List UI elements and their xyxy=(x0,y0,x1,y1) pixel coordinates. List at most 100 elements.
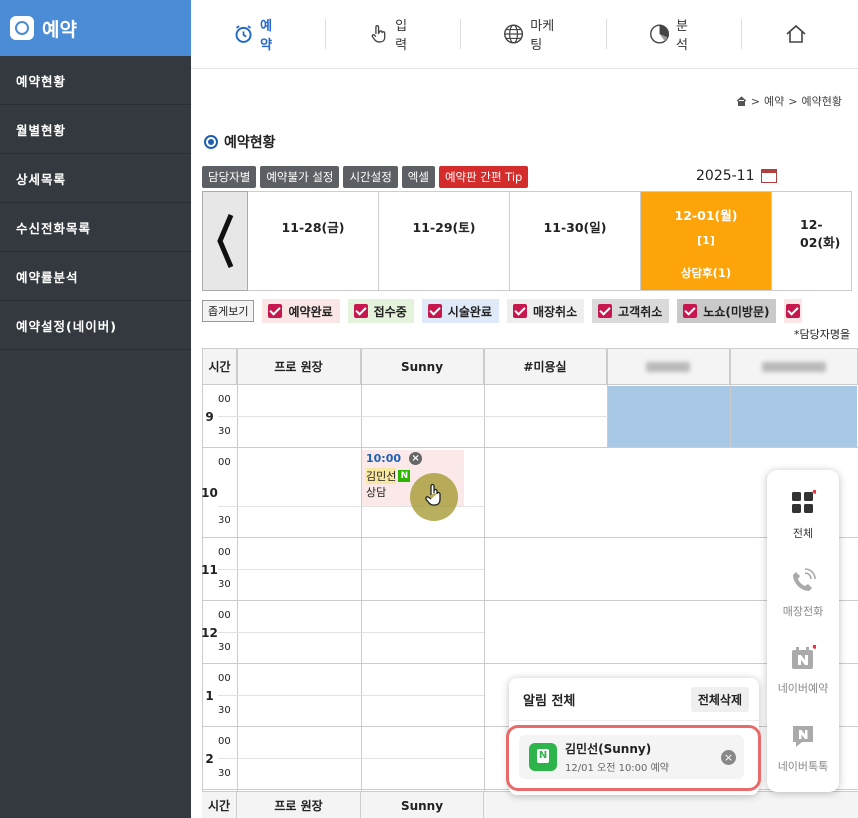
checkbox-icon xyxy=(512,304,527,318)
nav-input-label: 입력 xyxy=(395,19,408,53)
filter-noshow[interactable]: 노쇼(미방문) xyxy=(677,299,777,323)
panel-store-call[interactable]: 매장전화 xyxy=(767,568,839,619)
by-staff-button[interactable]: 담당자별 xyxy=(202,166,257,188)
hour-label: 2 xyxy=(205,751,214,766)
filter-label: 고객취소 xyxy=(618,304,663,319)
naver-badge-icon: N xyxy=(398,470,411,482)
date-status: 상담후(1) xyxy=(680,266,732,280)
checkbox-icon xyxy=(427,304,442,318)
date-cell[interactable]: 11-30(일) xyxy=(510,191,641,291)
nav-marketing-label: 마케팅 xyxy=(530,19,555,53)
date-cell[interactable]: 12-02(화) xyxy=(772,191,852,291)
half-line xyxy=(218,569,484,570)
nav-home[interactable] xyxy=(742,19,858,49)
narrow-view-button[interactable]: 좁게보기 xyxy=(202,300,255,322)
sidebar: 예약 예약현황 월별현황 상세목록 수신전화목록 예약률분석 예약설정(네이버) xyxy=(0,0,191,818)
hour-label: 9 xyxy=(205,409,214,424)
panel-naver-talk[interactable]: 네이버톡톡 xyxy=(767,723,839,774)
filter-label: 시술완료 xyxy=(447,304,492,319)
calendar-icon[interactable] xyxy=(760,169,777,183)
home-icon[interactable] xyxy=(736,96,747,106)
hand-cursor-icon xyxy=(425,483,441,506)
minute-label: 00 xyxy=(218,736,231,747)
phone-icon xyxy=(793,568,816,591)
minute-label: 30 xyxy=(218,642,231,653)
alarm-clock-icon xyxy=(10,16,34,40)
minute-label: 30 xyxy=(218,515,231,526)
radio-icon xyxy=(204,135,218,149)
column-header[interactable]: Sunny xyxy=(361,348,484,385)
excel-button[interactable]: 엑셀 xyxy=(401,166,435,188)
hour-label: 11 xyxy=(202,562,218,577)
naver-calendar-icon xyxy=(792,644,818,669)
minute-label: 00 xyxy=(218,547,231,558)
filter-store-cancel[interactable]: 매장취소 xyxy=(506,299,585,323)
date-cell-selected[interactable]: 12-01(월) [1] 상담후(1) xyxy=(641,191,772,291)
staff-note: *담당자명을 xyxy=(794,328,851,341)
filter-receiving[interactable]: 접수중 xyxy=(347,299,414,323)
nav-reservation[interactable]: 예약 xyxy=(191,19,327,53)
month-selector[interactable]: 2025-11 xyxy=(696,168,777,184)
sidebar-brand[interactable]: 예약 xyxy=(0,0,191,56)
notification-item-title: 김민선(Sunny) xyxy=(565,742,652,756)
sidebar-menu: 예약현황 월별현황 상세목록 수신전화목록 예약률분석 예약설정(네이버) xyxy=(0,56,191,350)
panel-store-call-label: 매장전화 xyxy=(782,605,824,618)
minute-label: 30 xyxy=(218,579,231,590)
panel-all[interactable]: 전체 xyxy=(767,489,839,541)
date-label: 11-30(일) xyxy=(543,220,607,235)
nav-analysis[interactable]: 분석 xyxy=(607,19,742,53)
filter-booked[interactable]: 예약완료 xyxy=(262,299,340,323)
panel-naver-booking[interactable]: 네이버예약 xyxy=(767,644,839,696)
close-icon[interactable]: × xyxy=(409,452,423,465)
notification-text: 김민선(Sunny) 12/01 오전 10:00 예약 xyxy=(565,740,669,774)
sidebar-item-rate-analysis[interactable]: 예약률분석 xyxy=(0,252,191,301)
date-cell[interactable]: 11-28(금) xyxy=(248,191,379,291)
notification-title: 알림 전체 xyxy=(523,693,576,709)
filter-label: 예약완료 xyxy=(288,304,333,319)
minute-label: 30 xyxy=(218,768,231,779)
filter-customer-cancel[interactable]: 고객취소 xyxy=(592,299,670,323)
blurred-name xyxy=(761,361,826,372)
nav-input[interactable]: 입력 xyxy=(326,19,462,53)
delete-all-button[interactable]: 전체삭제 xyxy=(690,686,749,712)
sidebar-item-naver-settings[interactable]: 예약설정(네이버) xyxy=(0,301,191,350)
breadcrumb-item[interactable]: 예약 xyxy=(764,93,784,109)
half-line xyxy=(218,758,484,759)
time-setting-button[interactable]: 시간설정 xyxy=(343,166,398,188)
checkbox-icon xyxy=(683,304,698,318)
tip-button[interactable]: 예약판 간편 Tip xyxy=(438,166,529,188)
minute-label: 00 xyxy=(218,457,231,468)
nav-marketing[interactable]: 마케팅 xyxy=(461,19,607,53)
notification-item-body: 김민선(Sunny) 12/01 오전 10:00 예약 × xyxy=(519,735,744,779)
sidebar-item-status[interactable]: 예약현황 xyxy=(0,56,191,105)
date-label: 11-29(토) xyxy=(412,220,476,235)
checkbox-icon xyxy=(268,304,283,318)
unavailable-setting-button[interactable]: 예약불가 설정 xyxy=(260,166,340,188)
column-header-blurred[interactable] xyxy=(730,348,858,385)
booking-time-row: 10:00 × xyxy=(366,452,460,465)
column-header[interactable]: 프로 원장 xyxy=(237,348,361,385)
filter-more[interactable] xyxy=(784,299,803,323)
date-label: 12-01(월) xyxy=(674,208,738,223)
column-header: Sunny xyxy=(361,792,484,818)
column-header[interactable]: #미용실 xyxy=(484,348,607,385)
close-icon[interactable]: × xyxy=(721,750,736,765)
sidebar-item-call-list[interactable]: 수신전화목록 xyxy=(0,203,191,252)
nav-analysis-label: 분석 xyxy=(675,19,688,53)
sidebar-item-monthly[interactable]: 월별현황 xyxy=(0,105,191,154)
date-label: 11-28(금) xyxy=(281,220,345,235)
hour-row: 10 00 30 xyxy=(202,448,858,538)
nav-reservation-label: 예약 xyxy=(260,19,273,53)
notification-item[interactable]: 김민선(Sunny) 12/01 오전 10:00 예약 × xyxy=(506,725,761,791)
date-count: [1] xyxy=(697,234,715,247)
filter-done[interactable]: 시술완료 xyxy=(421,299,499,323)
prev-dates-button[interactable] xyxy=(202,191,248,291)
notification-header: 알림 전체 전체삭제 xyxy=(509,678,759,721)
sidebar-item-detail-list[interactable]: 상세목록 xyxy=(0,154,191,203)
column-header-blurred[interactable] xyxy=(607,348,730,385)
hour-label: 10 xyxy=(202,486,218,500)
date-cell[interactable]: 11-29(토) xyxy=(379,191,510,291)
hand-pointer-icon xyxy=(371,25,386,43)
notification-popup: 알림 전체 전체삭제 김민선(Sunny) 12/01 오전 10:00 예약 … xyxy=(506,678,761,795)
top-nav: 예약 입력 마케팅 분석 xyxy=(191,0,858,69)
